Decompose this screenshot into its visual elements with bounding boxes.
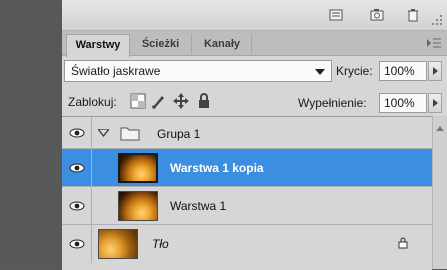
panel-icon-bar (62, 0, 447, 31)
visibility-toggle[interactable] (62, 117, 92, 148)
chevron-down-icon (315, 69, 325, 75)
eye-icon (69, 201, 85, 211)
visibility-toggle[interactable] (62, 225, 92, 263)
tab-layers[interactable]: Warstwy (66, 34, 130, 57)
fill-slider-button[interactable] (428, 93, 442, 113)
panel-menu-icon[interactable] (427, 38, 441, 48)
workspace-background (0, 0, 62, 269)
layer-thumbnail (118, 191, 158, 221)
layer-name: Grupa 1 (157, 127, 201, 141)
layer-row-background[interactable]: Tło (62, 225, 432, 263)
visibility-toggle[interactable] (62, 187, 92, 224)
eye-icon (69, 239, 85, 249)
lock-icon (398, 237, 408, 249)
disclosure-triangle-icon[interactable] (98, 129, 109, 137)
layer-row-selected[interactable]: Warstwa 1 kopia (62, 149, 432, 187)
lock-image-pixels-icon[interactable] (151, 93, 167, 109)
navigator-icon[interactable] (329, 8, 343, 22)
panel-tabs: Warstwy Ścieżki Kanały (62, 31, 447, 57)
tab-channels[interactable]: Kanały (193, 34, 252, 54)
tab-paths[interactable]: Ścieżki (130, 34, 192, 54)
eye-icon (69, 128, 85, 138)
layers-scrollbar[interactable] (432, 116, 447, 269)
opacity-label: Krycie: (336, 64, 373, 78)
resize-grip-icon[interactable] (430, 13, 444, 27)
scroll-up-arrow-icon[interactable] (436, 126, 444, 131)
fill-label: Wypełnienie: (298, 96, 367, 110)
layer-thumbnail (118, 153, 158, 183)
layer-row-group[interactable]: Grupa 1 (62, 117, 432, 149)
layers-list: Grupa 1 Warstwa 1 kopia Warstwa 1 Tło (62, 116, 432, 270)
blend-mode-value: Światło jaskrawe (71, 64, 161, 78)
trash-icon[interactable] (406, 8, 420, 22)
visibility-toggle[interactable] (62, 149, 92, 186)
eye-icon (69, 163, 85, 173)
camera-icon[interactable] (370, 8, 384, 22)
layer-row[interactable]: Warstwa 1 (62, 187, 432, 225)
layer-name: Warstwa 1 (170, 199, 227, 213)
opacity-field[interactable]: 100% (379, 61, 427, 81)
fill-field[interactable]: 100% (379, 93, 427, 113)
lock-position-icon[interactable] (173, 93, 189, 109)
lock-transparency-icon[interactable] (130, 93, 146, 109)
lock-all-icon[interactable] (196, 93, 212, 109)
layer-name: Tło (152, 237, 169, 251)
layer-name: Warstwa 1 kopia (170, 161, 264, 175)
layers-panel: Warstwy Ścieżki Kanały Światło jaskrawe … (62, 0, 447, 270)
layer-thumbnail (98, 229, 138, 259)
folder-icon (120, 127, 140, 141)
lock-label: Zablokuj: (68, 95, 117, 109)
blend-mode-select[interactable]: Światło jaskrawe (64, 60, 332, 82)
opacity-slider-button[interactable] (428, 61, 442, 81)
